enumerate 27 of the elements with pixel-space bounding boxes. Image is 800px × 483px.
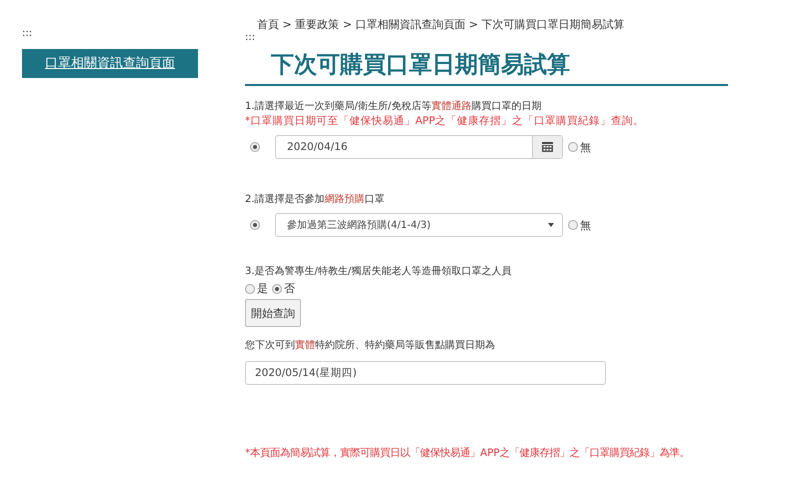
radio-button[interactable] [568, 142, 578, 152]
question-label: 1.請選擇最近一次到藥局/衛生所/免稅店等實體通路購買口罩的日期 [245, 100, 542, 114]
footnote: *本頁面為簡易試算，實際可購買日以「健保快易通」APP之「健康存摺」之「口罩購買紀錄」為準。 [245, 448, 691, 459]
radio-button[interactable] [250, 142, 260, 152]
result-field: 2020/05/14(星期四) [245, 361, 606, 385]
page-title: 下次可購買口罩日期簡易試算 [245, 50, 728, 86]
question-label: 2.請選擇是否參加網路預購口罩 [245, 193, 386, 207]
skip-marker: ::: [245, 32, 256, 44]
radio-label: 否 [284, 281, 295, 296]
question-label: 3.是否為警專生/特教生/獨居失能老人等造冊領取口罩之人員 [245, 265, 512, 279]
radio-button[interactable] [245, 284, 255, 294]
result-label: 您下次可到實體特約院所、特約藥局等販售點購買日期為 [245, 339, 496, 353]
radio-label: 無 [580, 140, 591, 154]
radio-button[interactable] [250, 220, 260, 230]
caret-icon [548, 223, 554, 227]
hint-text: *口罩購買日期可至「健保快易通」APP之「健康存摺」之「口罩購買紀錄」查詢。 [245, 114, 646, 128]
skip-marker: ::: [22, 28, 34, 40]
sidebar-link[interactable]: 口罩相關資訊查詢頁面 [22, 49, 198, 78]
select-field[interactable]: 參加過第三波網路預購(4/1-4/3) [275, 213, 563, 237]
radio-button[interactable] [568, 220, 578, 230]
calendar-icon[interactable] [542, 142, 553, 152]
radio-label: 是 [257, 281, 268, 296]
radio-label: 無 [580, 218, 591, 232]
breadcrumb: 首頁 > 重要政策 > 口罩相關資訊查詢頁面 > 下次可購買口罩日期簡易試算 [256, 18, 626, 32]
radio-button[interactable] [272, 284, 282, 294]
date-field[interactable]: 2020/04/16 [275, 135, 563, 159]
search-button[interactable]: 開始查詢 [245, 299, 301, 327]
